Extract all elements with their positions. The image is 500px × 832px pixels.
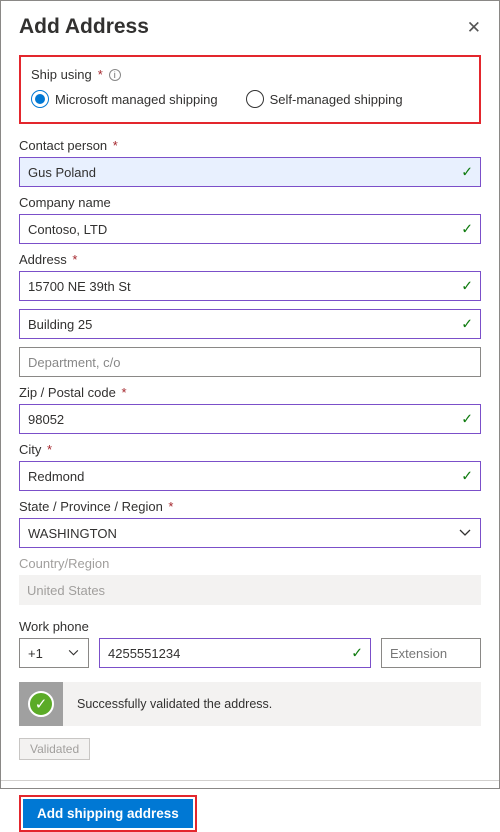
add-address-panel: Add Address ✕ Ship using * i Microsoft m…	[0, 0, 500, 789]
check-icon: ✓	[461, 221, 473, 238]
check-icon: ✓	[461, 411, 473, 428]
add-shipping-address-highlight: Add shipping address	[19, 795, 197, 832]
address-label: Address *	[19, 252, 481, 267]
form-area: Contact person * ✓ Company name ✓ Addres…	[19, 138, 481, 760]
address-line2-input[interactable]	[19, 309, 481, 339]
success-check-icon: ✓	[28, 691, 54, 717]
validation-banner: ✓ Successfully validated the address.	[19, 682, 481, 726]
validated-button: Validated	[19, 738, 90, 760]
address-line3-input[interactable]	[19, 347, 481, 377]
radio-microsoft-managed-label: Microsoft managed shipping	[55, 92, 218, 107]
check-icon: ✓	[461, 164, 473, 181]
check-icon: ✓	[461, 278, 473, 295]
city-field-wrap: ✓	[19, 461, 481, 491]
footer-divider	[1, 780, 499, 781]
address-line1-input[interactable]	[19, 271, 481, 301]
check-icon: ✓	[351, 645, 363, 662]
panel-header: Add Address ✕	[19, 15, 481, 39]
radio-circle-icon	[246, 90, 264, 108]
company-name-field-wrap: ✓	[19, 214, 481, 244]
state-label: State / Province / Region *	[19, 499, 481, 514]
phone-country-code-wrap	[19, 638, 89, 668]
phone-country-code-select[interactable]	[19, 638, 89, 668]
add-shipping-address-button[interactable]: Add shipping address	[23, 799, 193, 828]
phone-extension-wrap	[381, 638, 481, 668]
country-label: Country/Region	[19, 556, 481, 571]
address-line1-wrap: ✓	[19, 271, 481, 301]
zip-input[interactable]	[19, 404, 481, 434]
radio-self-managed[interactable]: Self-managed shipping	[246, 90, 403, 108]
radio-microsoft-managed[interactable]: Microsoft managed shipping	[31, 90, 218, 108]
ship-using-label: Ship using * i	[31, 67, 469, 82]
required-asterisk: *	[98, 67, 103, 82]
contact-person-field-wrap: ✓	[19, 157, 481, 187]
state-field-wrap	[19, 518, 481, 548]
work-phone-row: ✓	[19, 638, 481, 668]
validation-message: Successfully validated the address.	[63, 697, 272, 711]
company-name-input[interactable]	[19, 214, 481, 244]
radio-circle-icon	[31, 90, 49, 108]
address-line2-wrap: ✓	[19, 309, 481, 339]
city-label: City *	[19, 442, 481, 457]
phone-number-wrap: ✓	[99, 638, 371, 668]
phone-number-input[interactable]	[99, 638, 371, 668]
city-input[interactable]	[19, 461, 481, 491]
radio-self-managed-label: Self-managed shipping	[270, 92, 403, 107]
contact-person-input[interactable]	[19, 157, 481, 187]
panel-title: Add Address	[19, 15, 149, 39]
ship-using-label-text: Ship using	[31, 67, 92, 82]
phone-extension-input[interactable]	[381, 638, 481, 668]
check-icon: ✓	[461, 316, 473, 333]
close-icon[interactable]: ✕	[467, 19, 481, 36]
country-input	[19, 575, 481, 605]
state-select[interactable]	[19, 518, 481, 548]
info-icon[interactable]: i	[109, 69, 121, 81]
work-phone-label: Work phone	[19, 619, 481, 634]
ship-using-radiogroup: Microsoft managed shipping Self-managed …	[31, 90, 469, 108]
ship-using-section: Ship using * i Microsoft managed shippin…	[19, 55, 481, 124]
address-line3-wrap	[19, 347, 481, 377]
validation-icon-cell: ✓	[19, 682, 63, 726]
zip-field-wrap: ✓	[19, 404, 481, 434]
zip-label: Zip / Postal code *	[19, 385, 481, 400]
check-icon: ✓	[461, 468, 473, 485]
contact-person-label: Contact person *	[19, 138, 481, 153]
company-name-label: Company name	[19, 195, 481, 210]
